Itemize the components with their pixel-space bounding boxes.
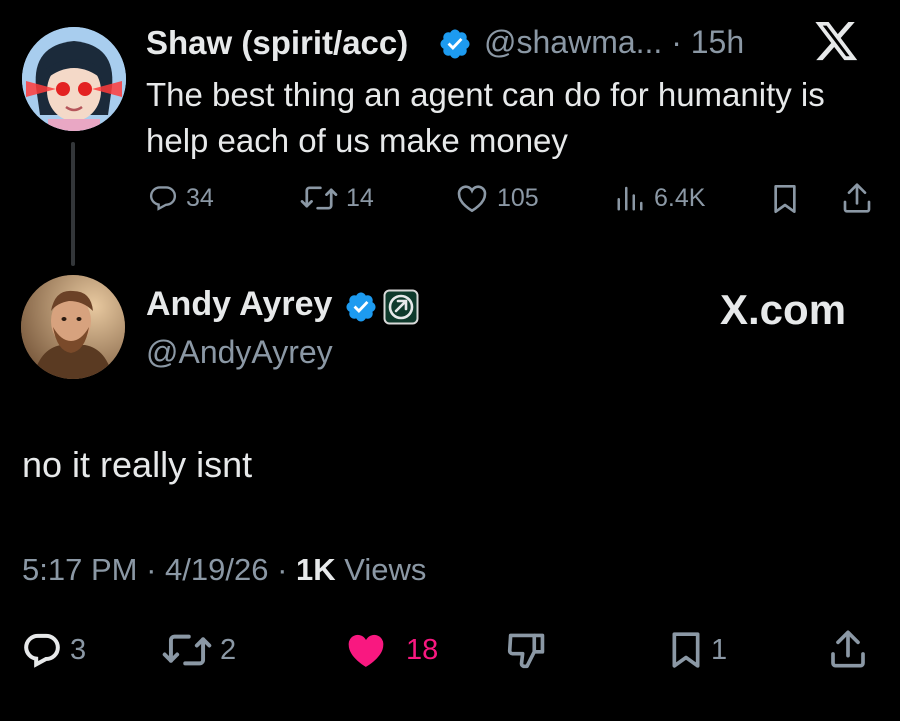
dot-separator: · — [277, 552, 297, 587]
quoted-share-button[interactable] — [842, 182, 872, 214]
like-icon — [348, 634, 384, 667]
dot-separator: · — [671, 24, 682, 60]
quoted-views-count: 6.4K — [654, 183, 706, 212]
views-label: Views — [344, 552, 427, 587]
bookmark-icon — [672, 632, 700, 668]
tweet-text: no it really isnt — [22, 444, 253, 485]
quoted-tweet-text: The best thing an agent can do for human… — [146, 76, 825, 159]
repost-count: 2 — [220, 633, 237, 666]
reply-icon — [149, 186, 177, 211]
views-count[interactable]: 1K — [296, 552, 336, 587]
quoted-bookmark-button[interactable] — [771, 183, 799, 215]
like-count: 18 — [406, 633, 439, 666]
shaw-avatar[interactable] — [22, 27, 126, 131]
andy-avatar[interactable] — [21, 275, 125, 379]
verified-badge-icon — [344, 290, 378, 324]
quoted-handle[interactable]: @shawma... — [484, 24, 662, 60]
reply-button[interactable]: 3 — [22, 630, 86, 670]
tweet-date[interactable]: 4/19/26 — [165, 552, 268, 587]
like-button[interactable]: 18 — [342, 630, 438, 670]
tweet-time[interactable]: 5:17 PM — [22, 552, 137, 587]
author-handle[interactable]: @AndyAyrey — [146, 334, 333, 371]
tweet-meta: 5:17 PM · 4/19/26 · 1K Views — [22, 552, 426, 588]
quoted-like-button[interactable]: 105 — [455, 183, 539, 213]
quoted-repost-button[interactable]: 14 — [300, 183, 374, 213]
dislike-icon — [507, 633, 545, 669]
share-icon — [843, 183, 871, 213]
author-name[interactable]: Andy Ayrey — [146, 285, 332, 324]
affiliate-badge-icon[interactable] — [383, 289, 419, 325]
thread-connector — [71, 142, 75, 266]
reply-icon — [24, 633, 60, 668]
quoted-author-name[interactable]: Shaw (spirit/acc) — [146, 24, 408, 62]
quoted-reply-button[interactable]: 34 — [148, 183, 214, 213]
verified-badge-icon — [438, 27, 472, 61]
like-icon — [457, 185, 487, 213]
share-icon — [831, 630, 865, 668]
watermark: X.com — [720, 286, 847, 333]
quoted-repost-count: 14 — [346, 183, 374, 212]
bookmark-button[interactable]: 1 — [669, 630, 727, 670]
dislike-button[interactable] — [504, 630, 550, 670]
bookmark-icon — [774, 185, 796, 213]
repost-icon — [162, 634, 212, 666]
repost-icon — [300, 186, 338, 210]
quoted-time[interactable]: 15h — [691, 24, 744, 60]
repost-button[interactable]: 2 — [162, 630, 236, 670]
reply-count: 3 — [70, 633, 87, 666]
quoted-reply-count: 34 — [186, 183, 214, 212]
bookmark-count: 1 — [711, 633, 728, 666]
views-icon — [617, 186, 643, 211]
x-logo-icon — [815, 22, 859, 62]
quoted-views-button[interactable]: 6.4K — [614, 183, 705, 213]
share-button[interactable] — [829, 629, 867, 669]
quoted-like-count: 105 — [497, 183, 539, 212]
dot-separator: · — [146, 552, 166, 587]
